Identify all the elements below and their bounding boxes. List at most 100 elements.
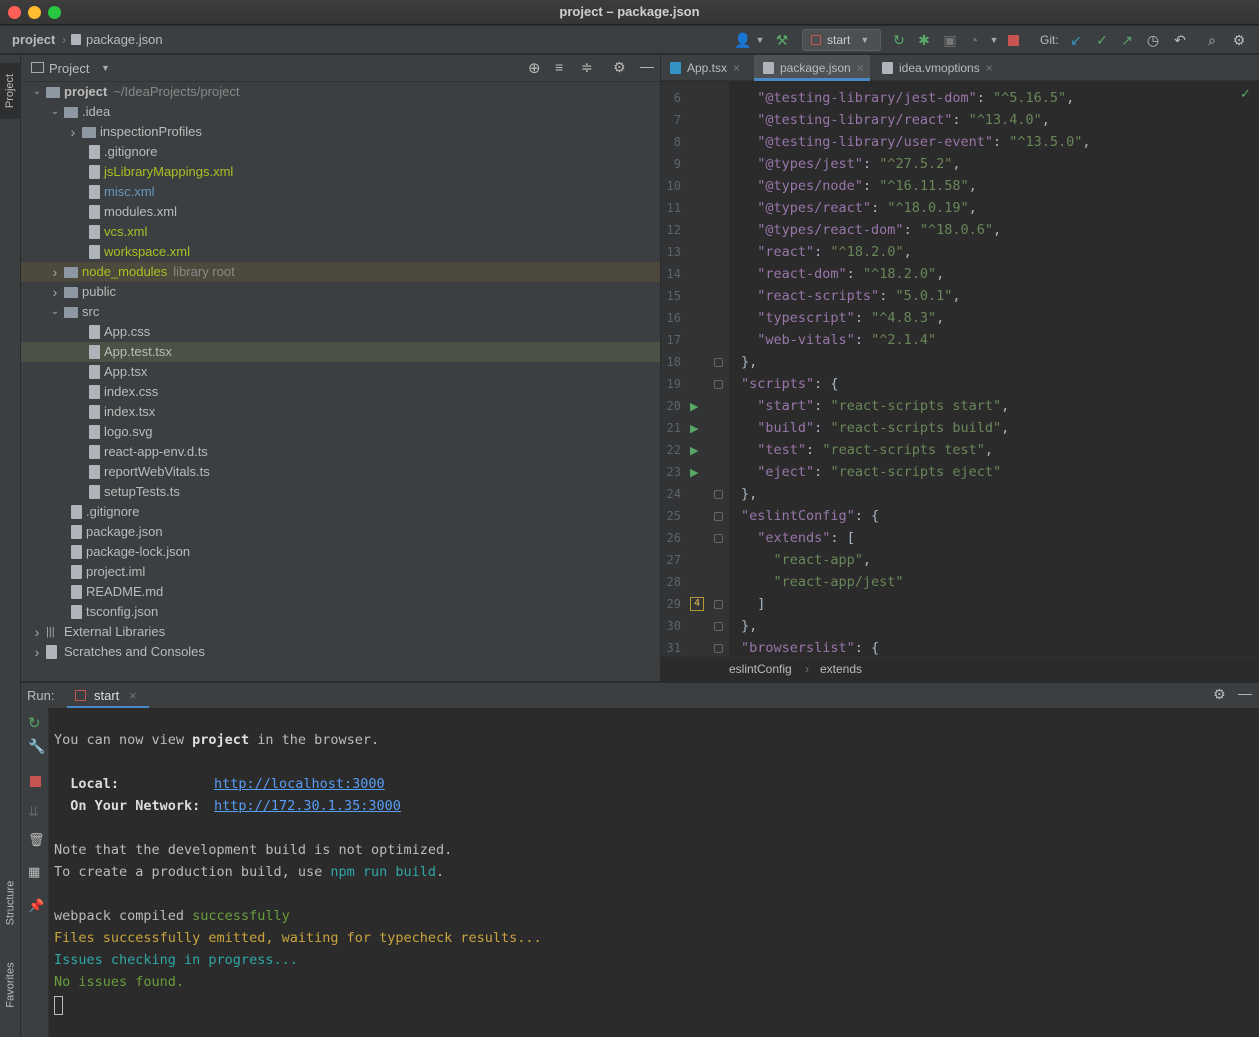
fold-marker-icon[interactable] [714,644,723,653]
tree-row[interactable]: › ||| External Libraries [21,622,660,642]
rerun-icon[interactable]: ↻ [28,714,41,732]
profile-icon[interactable]: ◔ [964,30,984,50]
tree-row[interactable]: › node_modules library root [21,262,660,282]
coverage-icon[interactable]: ▣ [940,30,960,50]
run-script-icon[interactable]: ▶ [690,466,698,479]
tree-row[interactable]: package.json [21,522,660,542]
tool-tab-favorites[interactable]: Favorites [0,949,21,1021]
debug-bug-icon[interactable]: ✱ [914,30,934,50]
tree-row[interactable]: › Scratches and Consoles [21,642,660,662]
stop-icon[interactable] [1003,30,1023,50]
trash-icon[interactable]: 🗑 [28,832,45,848]
fold-marker-icon[interactable] [714,622,723,631]
tree-row[interactable]: react-app-env.d.ts [21,442,660,462]
rerun-icon[interactable]: ↻ [889,30,909,50]
hide-panel-icon[interactable]: — [640,58,654,74]
tree-row[interactable]: tsconfig.json [21,602,660,622]
tree-row[interactable]: .gitignore [21,502,660,522]
console-link[interactable]: http://172.30.1.35:3000 [214,798,401,814]
locate-target-icon[interactable]: ⊕ [528,59,541,77]
chevron-down-icon[interactable]: ⌄ [49,102,61,122]
run-script-icon[interactable]: ▶ [690,400,698,413]
tree-row[interactable]: setupTests.ts [21,482,660,502]
run-script-icon[interactable]: ▶ [690,422,698,435]
tool-tab-structure[interactable]: Structure [0,865,21,941]
tree-row[interactable]: jsLibraryMappings.xml [21,162,660,182]
close-tab-icon[interactable]: × [857,61,864,75]
chevron-down-icon[interactable]: ▼ [101,63,110,73]
run-configuration-selector[interactable]: start ▼ [802,29,881,51]
expand-all-icon[interactable]: ≡ [555,59,563,75]
layout-icon[interactable]: ▦ [28,864,40,880]
tree-row[interactable]: › inspectionProfiles [21,122,660,142]
editor-tab[interactable]: idea.vmoptions × [873,55,1001,81]
tree-row[interactable]: vcs.xml [21,222,660,242]
collapse-all-icon[interactable]: ≑ [581,59,593,76]
chevron-right-icon[interactable]: › [31,642,43,662]
settings-gear-icon[interactable]: ⚙ [1213,686,1226,703]
fold-marker-icon[interactable] [714,380,723,389]
close-tab-icon[interactable]: × [733,61,740,75]
tool-tab-project[interactable]: Project [0,63,21,119]
tree-row[interactable]: misc.xml [21,182,660,202]
fold-marker-icon[interactable] [714,358,723,367]
tree-row[interactable]: › public [21,282,660,302]
chevron-down-icon[interactable]: ⌄ [49,302,61,322]
editor-tab[interactable]: App.tsx × [661,55,751,81]
stop-icon[interactable] [30,776,41,787]
chevron-down-icon[interactable]: ⌄ [31,82,43,102]
git-commit-icon[interactable]: ✓ [1092,30,1112,50]
fold-marker-icon[interactable] [714,534,723,543]
tree-row[interactable]: App.tsx [21,362,660,382]
tree-row[interactable]: App.test.tsx [21,342,660,362]
tree-row[interactable]: logo.svg [21,422,660,442]
chevron-down-icon[interactable]: ▼ [750,30,770,50]
scroll-to-end-icon[interactable]: ⇊ [28,804,39,820]
console-link[interactable]: http://localhost:3000 [214,776,385,792]
breadcrumb-file[interactable]: package.json [86,32,163,47]
fold-marker-icon[interactable] [714,490,723,499]
tree-row[interactable]: index.css [21,382,660,402]
editor-tab[interactable]: package.json × [754,55,870,81]
tree-row[interactable]: App.css [21,322,660,342]
search-icon[interactable]: ⌕ [1202,30,1222,50]
tree-row[interactable]: project.iml [21,562,660,582]
rollback-icon[interactable]: ↶ [1170,30,1190,50]
no-problems-check-icon[interactable]: ✓ [1240,86,1251,102]
chevron-right-icon[interactable]: › [49,262,61,282]
project-view-title[interactable]: Project [49,61,89,76]
fold-marker-icon[interactable] [714,600,723,609]
hide-panel-icon[interactable]: — [1238,685,1252,701]
chevron-right-icon[interactable]: › [31,622,43,642]
fold-marker-icon[interactable] [714,512,723,521]
tree-row[interactable]: ⌄ .idea [21,102,660,122]
tree-row[interactable]: .gitignore [21,142,660,162]
tree-row[interactable]: modules.xml [21,202,660,222]
tree-row[interactable]: reportWebVitals.ts [21,462,660,482]
settings-gear-icon[interactable]: ⚙ [1229,30,1249,50]
breadcrumb-item[interactable]: eslintConfig [729,662,792,676]
pin-icon[interactable]: 📌 [28,898,44,914]
chevron-right-icon[interactable]: › [67,122,79,142]
tree-row[interactable]: workspace.xml [21,242,660,262]
close-tab-icon[interactable]: × [986,61,993,75]
breadcrumb-project[interactable]: project [12,32,55,47]
run-script-icon[interactable]: ▶ [690,444,698,457]
inline-hint-badge[interactable]: 4 [690,597,704,611]
close-tab-icon[interactable]: × [129,688,137,703]
breadcrumb-item[interactable]: extends [820,662,862,676]
chevron-right-icon[interactable]: › [49,282,61,302]
history-icon[interactable]: ◷ [1143,30,1163,50]
settings-gear-icon[interactable]: ⚙ [613,59,626,76]
tree-row[interactable]: README.md [21,582,660,602]
tree-row[interactable]: index.tsx [21,402,660,422]
tree-row[interactable]: package-lock.json [21,542,660,562]
git-push-icon[interactable]: ↗ [1117,30,1137,50]
run-tab-start[interactable]: start × [67,683,149,709]
wrench-icon[interactable]: 🔧 [28,738,45,755]
chevron-down-icon[interactable]: ▼ [984,30,1004,50]
build-hammer-icon[interactable]: ⚒ [772,30,792,50]
tree-row[interactable]: ⌄ src [21,302,660,322]
tree-row[interactable]: ⌄ project ~/IdeaProjects/project [21,82,660,102]
git-update-icon[interactable]: ↙ [1066,30,1086,50]
